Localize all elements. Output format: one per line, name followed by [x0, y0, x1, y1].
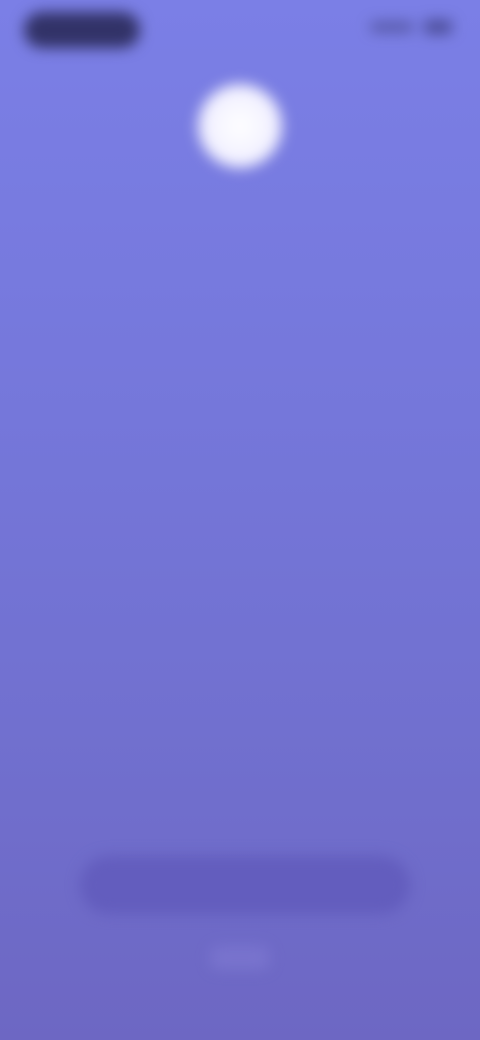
status-pill-icon	[24, 12, 140, 48]
signal-icon	[370, 22, 414, 32]
blurred-screen	[0, 0, 480, 1040]
primary-cta-button[interactable]	[80, 856, 410, 914]
secondary-link[interactable]	[210, 946, 270, 970]
battery-icon	[424, 20, 452, 34]
status-bar-right	[370, 20, 452, 34]
app-logo-icon	[198, 84, 282, 168]
